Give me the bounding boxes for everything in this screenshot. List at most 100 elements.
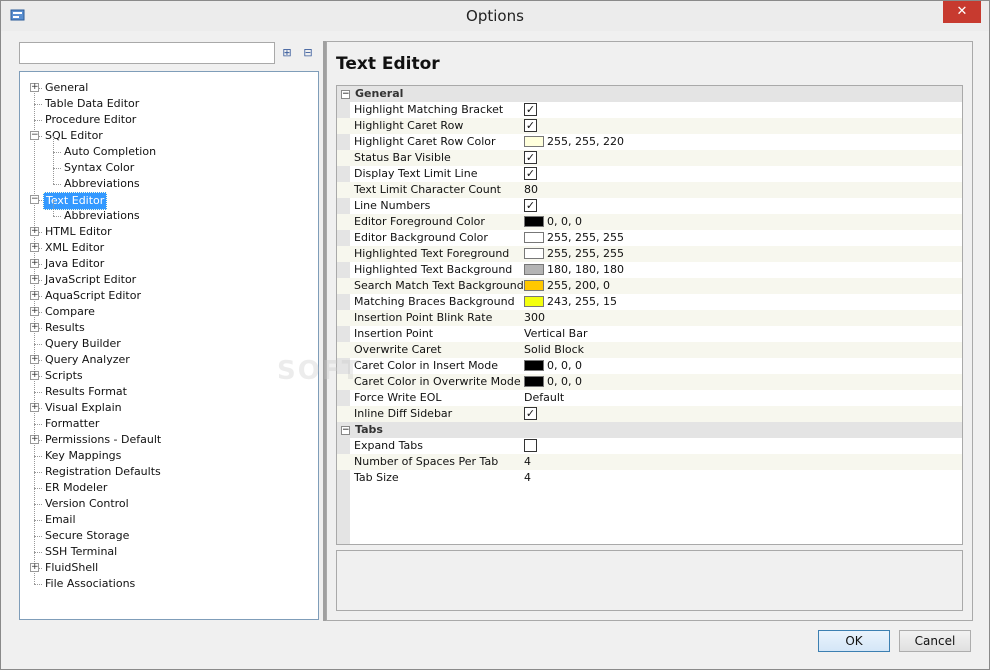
- expand-all-icon[interactable]: ⊞: [277, 44, 297, 63]
- property-value[interactable]: [524, 438, 537, 454]
- expand-icon[interactable]: +: [30, 243, 39, 252]
- tree-item[interactable]: Query Builder: [20, 336, 318, 352]
- property-value[interactable]: 300: [524, 310, 545, 326]
- tree-item[interactable]: + Java Editor: [20, 256, 318, 272]
- category-row[interactable]: − General: [337, 86, 962, 102]
- tree-item[interactable]: Table Data Editor: [20, 96, 318, 112]
- property-value[interactable]: ✓: [524, 118, 537, 134]
- expand-icon[interactable]: +: [30, 291, 39, 300]
- collapse-all-icon[interactable]: ⊟: [298, 44, 318, 63]
- tree-item[interactable]: Key Mappings: [20, 448, 318, 464]
- color-swatch[interactable]: [524, 135, 544, 147]
- collapse-icon[interactable]: −: [341, 90, 350, 99]
- property-value[interactable]: Vertical Bar: [524, 326, 587, 342]
- tree-item[interactable]: File Associations: [20, 576, 318, 592]
- property-value[interactable]: 0, 0, 0: [524, 358, 582, 374]
- tree-item[interactable]: Procedure Editor: [20, 112, 318, 128]
- property-row[interactable]: Highlight Matching Bracket ✓: [337, 102, 962, 118]
- tree-item[interactable]: + AquaScript Editor: [20, 288, 318, 304]
- property-value[interactable]: ✓: [524, 150, 537, 166]
- property-value[interactable]: 4: [524, 470, 531, 486]
- color-swatch[interactable]: [524, 359, 544, 371]
- property-row[interactable]: Highlight Caret Row Color 255, 255, 220: [337, 134, 962, 150]
- tree-item[interactable]: Results Format: [20, 384, 318, 400]
- property-row[interactable]: Highlight Caret Row ✓: [337, 118, 962, 134]
- tree-item[interactable]: Abbreviations: [20, 168, 318, 192]
- property-value[interactable]: 4: [524, 454, 531, 470]
- expand-icon[interactable]: +: [30, 323, 39, 332]
- property-value[interactable]: ✓: [524, 166, 537, 182]
- property-row[interactable]: Text Limit Character Count 80: [337, 182, 962, 198]
- expand-icon[interactable]: +: [30, 403, 39, 412]
- property-row[interactable]: Search Match Text Background 255, 200, 0: [337, 278, 962, 294]
- collapse-icon[interactable]: −: [341, 426, 350, 435]
- property-value[interactable]: 243, 255, 15: [524, 294, 617, 310]
- close-button[interactable]: ✕: [943, 1, 981, 23]
- expand-icon[interactable]: +: [30, 275, 39, 284]
- tree-item[interactable]: + Visual Explain: [20, 400, 318, 416]
- tree-item[interactable]: + FluidShell: [20, 560, 318, 576]
- property-row[interactable]: Matching Braces Background 243, 255, 15: [337, 294, 962, 310]
- tree-item[interactable]: + Permissions - Default: [20, 432, 318, 448]
- property-value[interactable]: 255, 200, 0: [524, 278, 610, 294]
- property-row[interactable]: Caret Color in Insert Mode 0, 0, 0: [337, 358, 962, 374]
- color-swatch[interactable]: [524, 231, 544, 243]
- tree-item[interactable]: + HTML Editor: [20, 224, 318, 240]
- checkbox-unchecked[interactable]: [524, 438, 537, 452]
- property-row[interactable]: Highlighted Text Background 180, 180, 180: [337, 262, 962, 278]
- expand-icon[interactable]: +: [30, 83, 39, 92]
- property-value[interactable]: Solid Block: [524, 342, 584, 358]
- checkbox-checked[interactable]: ✓: [524, 198, 537, 212]
- checkbox-checked[interactable]: ✓: [524, 406, 537, 420]
- expand-icon[interactable]: +: [30, 259, 39, 268]
- property-row[interactable]: Display Text Limit Line ✓: [337, 166, 962, 182]
- cancel-button[interactable]: Cancel: [899, 630, 971, 652]
- property-value[interactable]: 80: [524, 182, 538, 198]
- checkbox-checked[interactable]: ✓: [524, 102, 537, 116]
- property-row[interactable]: Highlighted Text Foreground 255, 255, 255: [337, 246, 962, 262]
- tree-item[interactable]: ER Modeler: [20, 480, 318, 496]
- property-row[interactable]: Caret Color in Overwrite Mode 0, 0, 0: [337, 374, 962, 390]
- color-swatch[interactable]: [524, 263, 544, 275]
- property-value[interactable]: Default: [524, 390, 564, 406]
- checkbox-checked[interactable]: ✓: [524, 166, 537, 180]
- expand-icon[interactable]: +: [30, 371, 39, 380]
- property-row[interactable]: Insertion Point Blink Rate 300: [337, 310, 962, 326]
- property-row[interactable]: Number of Spaces Per Tab 4: [337, 454, 962, 470]
- property-value[interactable]: 255, 255, 255: [524, 246, 624, 262]
- expand-icon[interactable]: +: [30, 355, 39, 364]
- tree-item[interactable]: + Compare: [20, 304, 318, 320]
- color-swatch[interactable]: [524, 279, 544, 291]
- expand-icon[interactable]: +: [30, 435, 39, 444]
- tree-item[interactable]: SSH Terminal: [20, 544, 318, 560]
- property-row[interactable]: Insertion Point Vertical Bar: [337, 326, 962, 342]
- property-row[interactable]: Force Write EOL Default: [337, 390, 962, 406]
- tree-item[interactable]: Secure Storage: [20, 528, 318, 544]
- color-swatch[interactable]: [524, 215, 544, 227]
- tree-item[interactable]: + Results: [20, 320, 318, 336]
- property-value[interactable]: 0, 0, 0: [524, 214, 582, 230]
- tree-item[interactable]: Version Control: [20, 496, 318, 512]
- property-row[interactable]: Tab Size 4: [337, 470, 962, 486]
- checkbox-checked[interactable]: ✓: [524, 150, 537, 164]
- tree-item[interactable]: Registration Defaults: [20, 464, 318, 480]
- property-value[interactable]: ✓: [524, 198, 537, 214]
- color-swatch[interactable]: [524, 295, 544, 307]
- tree-item[interactable]: Formatter: [20, 416, 318, 432]
- search-input[interactable]: [19, 42, 275, 64]
- tree-item[interactable]: + JavaScript Editor: [20, 272, 318, 288]
- expand-icon[interactable]: +: [30, 227, 39, 236]
- tree-item[interactable]: − Text Editor: [20, 192, 318, 210]
- color-swatch[interactable]: [524, 375, 544, 387]
- property-value[interactable]: ✓: [524, 406, 537, 422]
- property-row[interactable]: Inline Diff Sidebar ✓: [337, 406, 962, 422]
- category-row[interactable]: − Tabs: [337, 422, 962, 438]
- property-value[interactable]: 255, 255, 220: [524, 134, 624, 150]
- property-row[interactable]: Expand Tabs: [337, 438, 962, 454]
- tree-item[interactable]: + Query Analyzer: [20, 352, 318, 368]
- checkbox-checked[interactable]: ✓: [524, 118, 537, 132]
- collapse-icon[interactable]: −: [30, 195, 39, 204]
- property-row[interactable]: Line Numbers ✓: [337, 198, 962, 214]
- expand-icon[interactable]: +: [30, 563, 39, 572]
- tree-item[interactable]: Syntax Color: [20, 152, 318, 176]
